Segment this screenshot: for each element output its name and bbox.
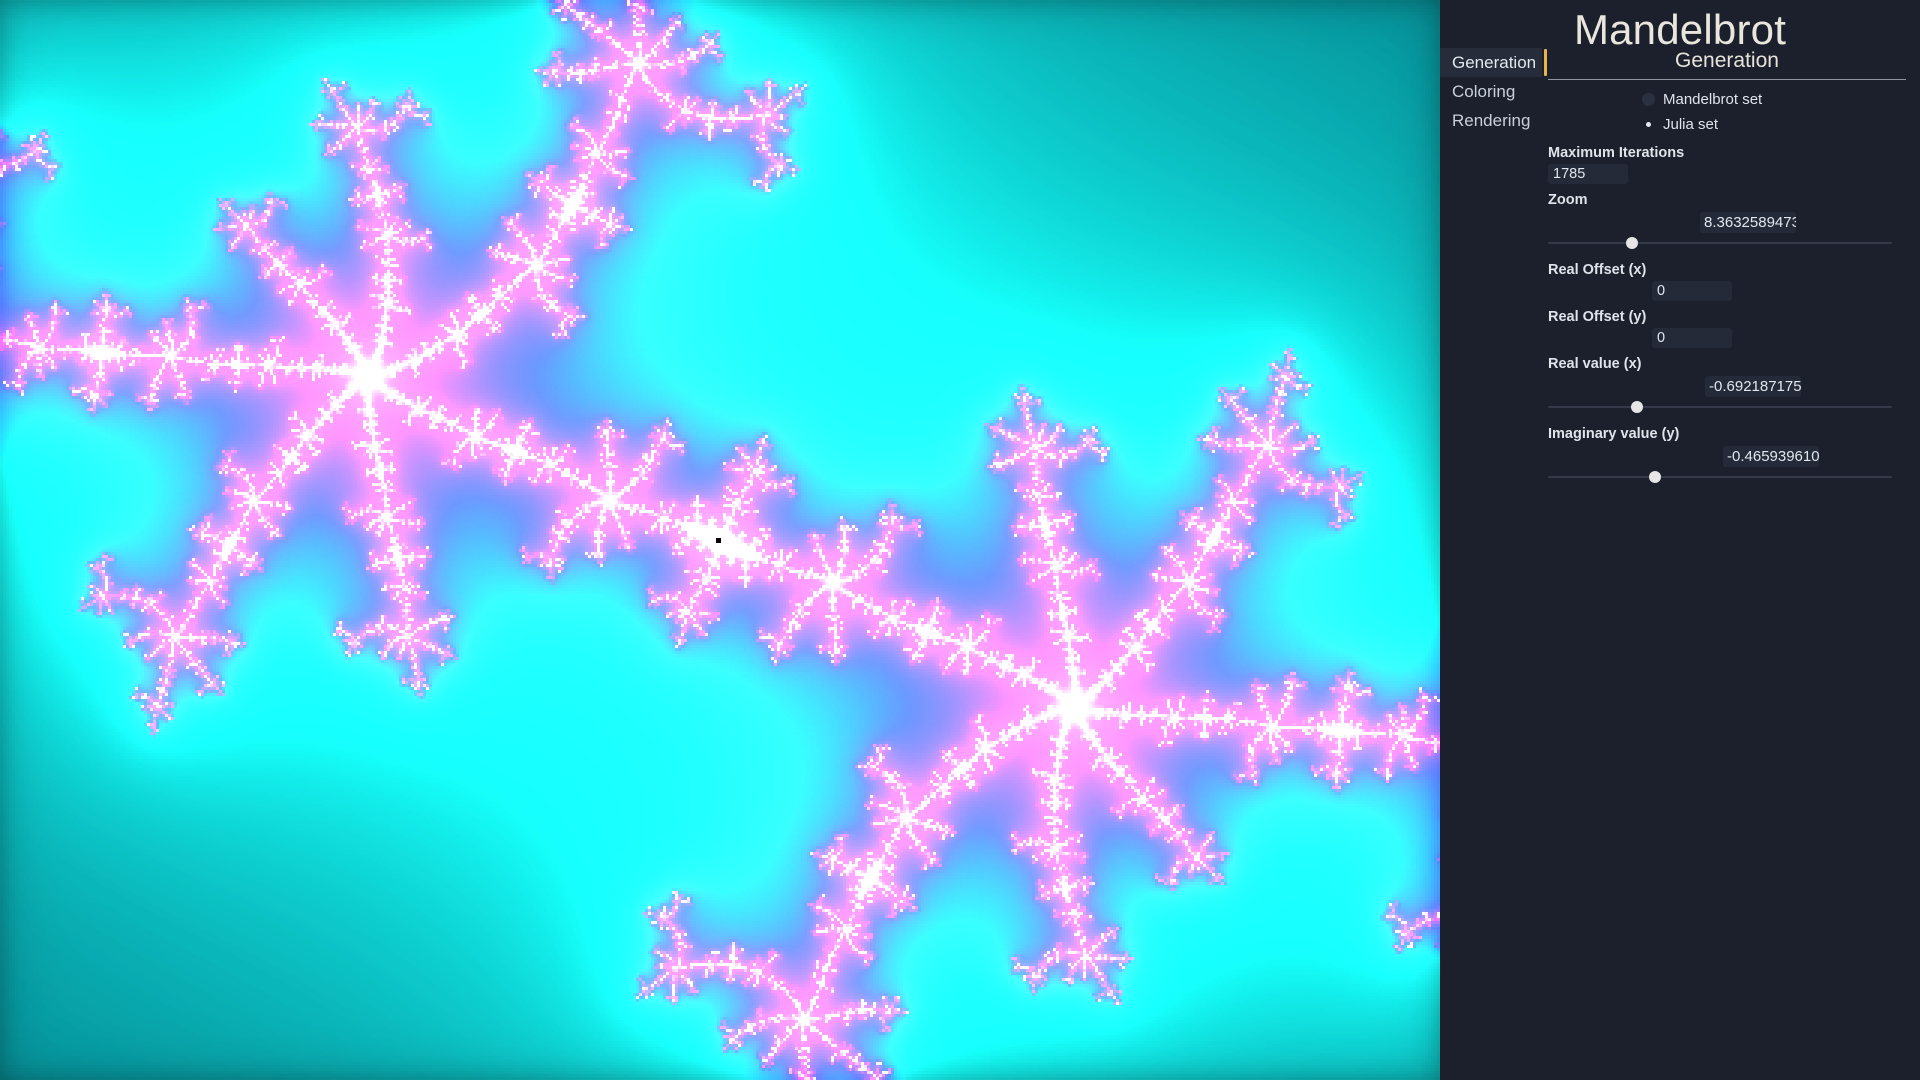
max-iterations-label: Maximum Iterations bbox=[1548, 145, 1685, 161]
zoom-slider-group: 8.3632589473 bbox=[1548, 212, 1906, 254]
imaginary-value-y-label: Imaginary value (y) bbox=[1548, 426, 1680, 442]
zoom-slider-thumb[interactable] bbox=[1626, 237, 1639, 249]
real-value-x-value-chip: -0.6921871753 bbox=[1705, 376, 1801, 397]
control-panel: Mandelbrot Generation Coloring Rendering… bbox=[1440, 0, 1920, 1080]
tab-rendering[interactable]: Rendering bbox=[1440, 106, 1542, 135]
imaginary-value-y-slider-track[interactable] bbox=[1548, 471, 1892, 483]
radio-mandelbrot-set[interactable]: Mandelbrot set bbox=[1548, 87, 1906, 112]
section-divider bbox=[1548, 79, 1906, 80]
tab-rendering-label: Rendering bbox=[1452, 111, 1531, 130]
section-title: Generation bbox=[1675, 49, 1779, 72]
radio-julia-set[interactable]: Julia set bbox=[1548, 112, 1906, 137]
real-offset-x-input[interactable] bbox=[1652, 281, 1732, 301]
radio-unselected-icon bbox=[1642, 93, 1655, 106]
radio-julia-set-label: Julia set bbox=[1663, 116, 1719, 133]
real-value-x-label: Real value (x) bbox=[1548, 356, 1642, 372]
app-root: Mandelbrot Generation Coloring Rendering… bbox=[0, 0, 1920, 1080]
fractal-viewport[interactable] bbox=[0, 0, 1440, 1080]
fractal-canvas[interactable] bbox=[0, 0, 1440, 1080]
zoom-value-chip: 8.3632589473 bbox=[1700, 212, 1796, 233]
zoom-label: Zoom bbox=[1548, 192, 1588, 208]
real-offset-y-input[interactable] bbox=[1652, 328, 1732, 348]
imaginary-value-y-value-chip: -0.4659396100 bbox=[1723, 446, 1819, 467]
imaginary-value-y-slider-thumb[interactable] bbox=[1648, 471, 1661, 483]
max-iterations-input[interactable] bbox=[1548, 164, 1628, 184]
tab-generation-label: Generation bbox=[1452, 53, 1537, 72]
tab-coloring-label: Coloring bbox=[1452, 82, 1516, 101]
real-value-x-slider-group: -0.6921871753 bbox=[1548, 376, 1906, 418]
page-title: Mandelbrot bbox=[1573, 6, 1787, 53]
real-offset-y-label: Real Offset (y) bbox=[1548, 309, 1647, 325]
radio-selected-icon bbox=[1642, 118, 1655, 131]
tab-coloring[interactable]: Coloring bbox=[1440, 77, 1542, 106]
real-offset-x-label: Real Offset (x) bbox=[1548, 262, 1647, 278]
generation-panel: Generation Mandelbrot set Julia set Maxi… bbox=[1548, 48, 1920, 488]
tab-list: Generation Coloring Rendering bbox=[1440, 48, 1547, 135]
zoom-slider-track[interactable] bbox=[1548, 237, 1892, 249]
radio-mandelbrot-set-label: Mandelbrot set bbox=[1663, 91, 1763, 108]
imaginary-value-y-slider-group: -0.4659396100 bbox=[1548, 446, 1906, 488]
real-value-x-slider-track[interactable] bbox=[1548, 401, 1892, 413]
real-value-x-slider-thumb[interactable] bbox=[1631, 401, 1644, 413]
tab-generation[interactable]: Generation bbox=[1440, 48, 1547, 77]
